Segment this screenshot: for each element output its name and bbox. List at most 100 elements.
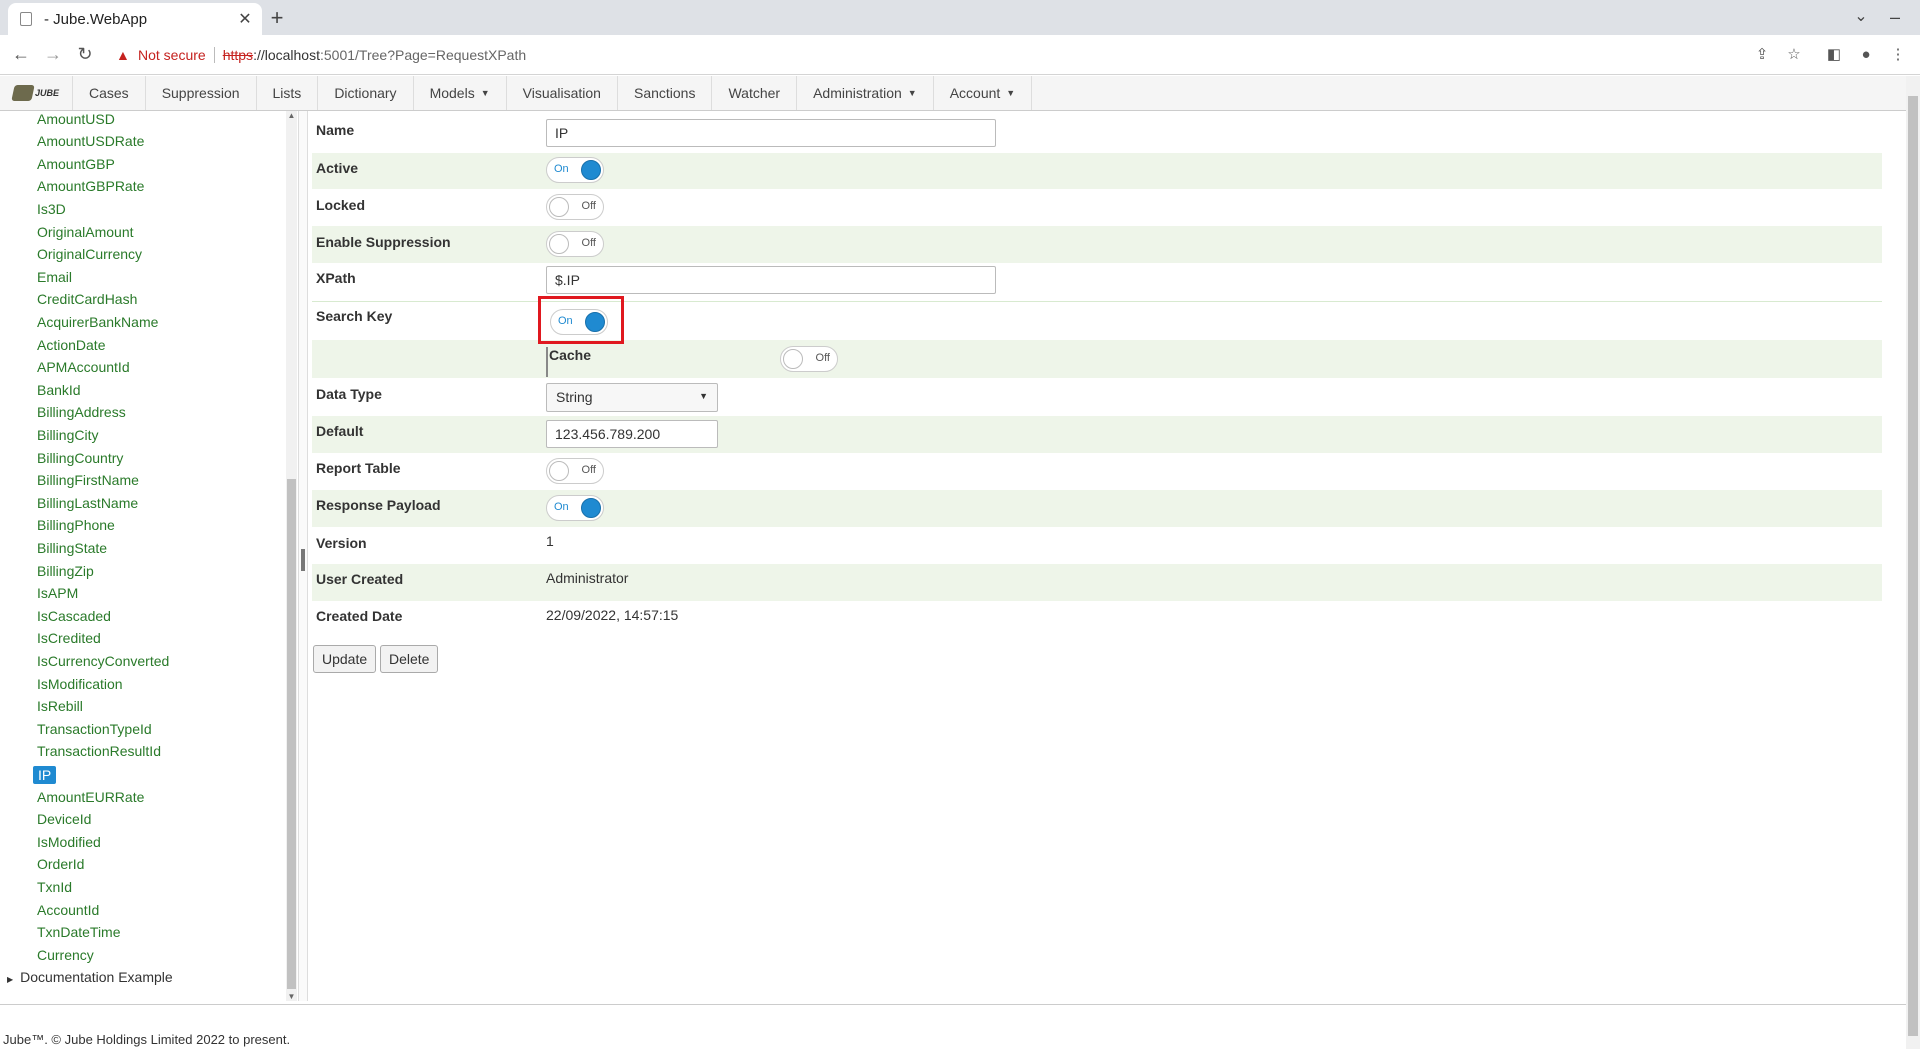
report-table-toggle[interactable]: Off	[546, 458, 604, 484]
default-input[interactable]	[546, 420, 718, 448]
tree-item[interactable]: BillingLastName	[37, 495, 138, 511]
side-panel-icon[interactable]: ◧	[1821, 42, 1847, 68]
tree-item[interactable]: BankId	[37, 382, 81, 398]
tree-item[interactable]: IsModified	[37, 834, 101, 850]
tree-item[interactable]: OriginalAmount	[37, 224, 134, 240]
tree-item[interactable]: DeviceId	[37, 811, 91, 827]
menu-icon[interactable]: ⋮	[1885, 42, 1911, 68]
tab-search-icon[interactable]: ⌄	[1848, 4, 1874, 30]
new-tab-button[interactable]: +	[262, 4, 292, 32]
tree-item[interactable]: IsCredited	[37, 630, 101, 646]
tree-item[interactable]: BillingAddress	[37, 404, 126, 420]
logo-text: JUBE	[34, 88, 59, 98]
tree-item[interactable]: IsRebill	[37, 698, 83, 714]
delete-button[interactable]: Delete	[380, 645, 439, 673]
version-label: Version	[316, 535, 367, 551]
tree-scrollbar[interactable]: ▲ ▼	[286, 111, 297, 1001]
browser-tab[interactable]: - Jube.WebApp ✕	[8, 3, 262, 35]
scroll-up-icon[interactable]: ▲	[286, 111, 297, 120]
xpath-input[interactable]	[546, 266, 996, 294]
tree-item[interactable]: CreditCardHash	[37, 291, 137, 307]
default-label: Default	[316, 423, 364, 439]
tree-item[interactable]: IsModification	[37, 676, 123, 692]
created-date-label: Created Date	[316, 608, 403, 624]
nav-sanctions[interactable]: Sanctions	[618, 76, 713, 110]
nav-account[interactable]: Account ▼	[934, 76, 1033, 110]
tree-item[interactable]: IsAPM	[37, 585, 78, 601]
address-bar[interactable]: ▲ Not secure https ://localhost :5001/Tr…	[106, 40, 1794, 69]
data-type-select[interactable]: String ▼	[546, 383, 718, 412]
tree-item[interactable]: BillingZip	[37, 563, 94, 579]
expand-arrow-icon[interactable]: ▶	[7, 975, 13, 984]
tree-item[interactable]: AccountId	[37, 902, 99, 918]
jube-logo[interactable]: JUBE	[0, 76, 73, 110]
user-created-value: Administrator	[546, 570, 629, 586]
toggle-knob	[581, 160, 601, 180]
forward-icon[interactable]: →	[40, 41, 66, 67]
name-row: Name	[312, 117, 1882, 149]
nav-visualisation[interactable]: Visualisation	[507, 76, 618, 110]
enable-suppression-toggle[interactable]: Off	[546, 231, 604, 257]
minimize-icon[interactable]: –	[1882, 4, 1908, 30]
tree-item[interactable]: Currency	[37, 947, 94, 963]
tree-item[interactable]: AmountGBP	[37, 156, 115, 172]
profile-icon[interactable]: ●	[1853, 42, 1879, 68]
close-tab-icon[interactable]: ✕	[234, 9, 256, 29]
tree-item[interactable]: BillingFirstName	[37, 472, 139, 488]
enable-suppression-label: Enable Suppression	[316, 234, 451, 250]
tree-item[interactable]: AcquirerBankName	[37, 314, 158, 330]
tree-item[interactable]: Email	[37, 269, 72, 285]
cache-toggle[interactable]: Off	[780, 346, 838, 372]
tree-item[interactable]: OriginalCurrency	[37, 246, 142, 262]
back-icon[interactable]: ←	[8, 41, 34, 67]
tree-item[interactable]: AmountUSDRate	[37, 133, 144, 149]
page-footer: Jube™. © Jube Holdings Limited 2022 to p…	[0, 1004, 1906, 1050]
tree-item[interactable]: APMAccountId	[37, 359, 130, 375]
splitter-grip[interactable]	[301, 549, 305, 571]
tree-item[interactable]: Is3D	[37, 201, 66, 217]
tree-item[interactable]: TxnId	[37, 879, 72, 895]
tree-root-documentation-example[interactable]: ▶ Documentation Example	[7, 969, 173, 985]
tree-item[interactable]: IsCascaded	[37, 608, 111, 624]
tree-scroll-thumb[interactable]	[287, 479, 296, 989]
tree-item[interactable]: AmountGBPRate	[37, 178, 144, 194]
response-payload-row: Response Payload On	[312, 490, 1882, 527]
share-icon[interactable]: ⇪	[1749, 42, 1775, 68]
not-secure-label[interactable]: Not secure	[138, 47, 206, 63]
nav-dictionary[interactable]: Dictionary	[318, 76, 414, 110]
tree-item[interactable]: BillingCity	[37, 427, 98, 443]
tree-item[interactable]: TransactionTypeId	[37, 721, 152, 737]
name-input[interactable]	[546, 119, 996, 147]
tree-item[interactable]: AmountUSD	[37, 111, 115, 127]
tree-item[interactable]: IP	[33, 766, 57, 784]
update-button[interactable]: Update	[313, 645, 377, 673]
tree-item[interactable]: TransactionResultId	[37, 743, 161, 759]
tree-item[interactable]: BillingPhone	[37, 517, 115, 533]
nav-watcher[interactable]: Watcher	[712, 76, 798, 110]
tree-item[interactable]: IsCurrencyConverted	[37, 653, 169, 669]
reload-icon[interactable]: ↻	[72, 41, 98, 67]
page-scroll-thumb[interactable]	[1908, 96, 1918, 1036]
active-toggle[interactable]: On	[546, 157, 604, 183]
nav-models[interactable]: Models ▼	[414, 76, 507, 110]
nav-lists[interactable]: Lists	[257, 76, 319, 110]
response-payload-toggle[interactable]: On	[546, 495, 604, 521]
locked-toggle[interactable]: Off	[546, 194, 604, 220]
nav-administration[interactable]: Administration ▼	[797, 76, 934, 110]
caret-down-icon: ▼	[907, 88, 917, 98]
user-created-row: User Created Administrator	[312, 564, 1882, 601]
report-table-row: Report Table Off	[312, 453, 1882, 490]
tree-item[interactable]: TxnDateTime	[37, 924, 121, 940]
tree-item[interactable]: ActionDate	[37, 337, 105, 353]
page-scrollbar[interactable]	[1906, 76, 1920, 1049]
tree-item[interactable]: BillingCountry	[37, 450, 123, 466]
bookmark-star-icon[interactable]: ☆	[1781, 42, 1807, 68]
nav-cases[interactable]: Cases	[73, 76, 146, 110]
panel-splitter[interactable]	[298, 111, 308, 1001]
nav-suppression[interactable]: Suppression	[146, 76, 257, 110]
scroll-down-icon[interactable]: ▼	[286, 992, 297, 1001]
tree-item[interactable]: BillingState	[37, 540, 107, 556]
tree-item[interactable]: AmountEURRate	[37, 789, 144, 805]
tree-item[interactable]: OrderId	[37, 856, 84, 872]
locked-row: Locked Off	[312, 189, 1882, 226]
